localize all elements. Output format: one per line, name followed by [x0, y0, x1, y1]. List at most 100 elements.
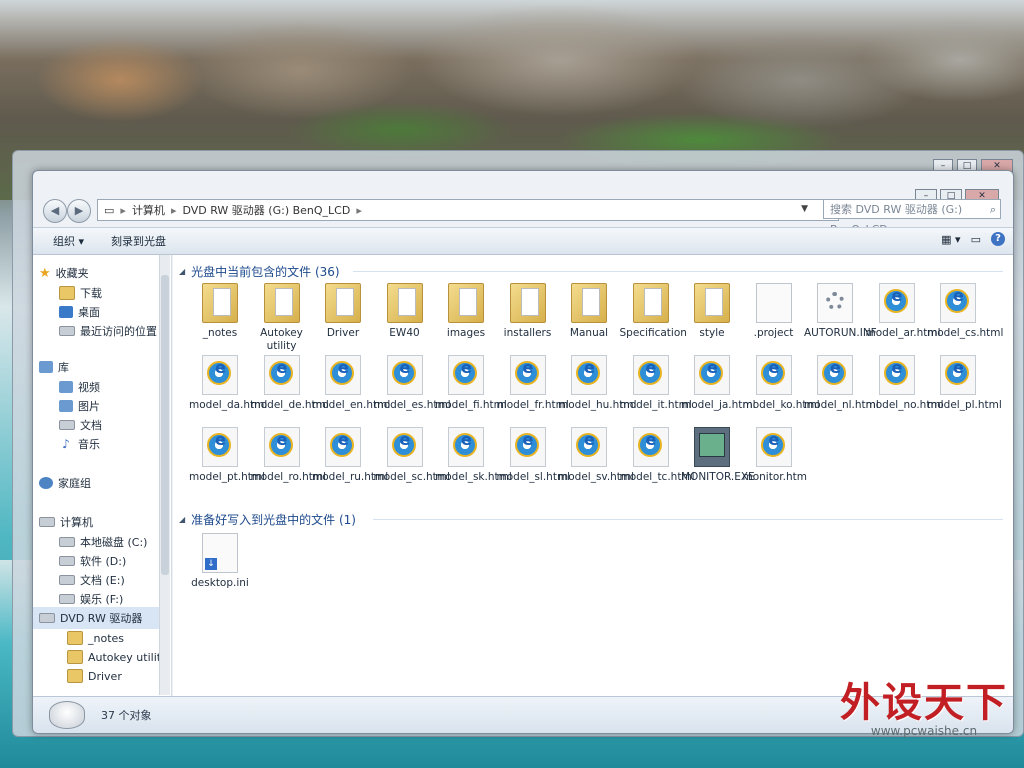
- file-item[interactable]: EW40: [374, 283, 436, 340]
- sidebar-item-recent[interactable]: 最近访问的位置: [59, 323, 157, 339]
- file-name: model_da.html: [189, 399, 268, 411]
- help-icon[interactable]: ?: [991, 232, 1005, 246]
- file-name: Manual: [569, 327, 609, 339]
- sidebar-item-drive-f[interactable]: 娱乐 (F:): [59, 591, 123, 607]
- file-item[interactable]: model_sc.html: [374, 427, 450, 484]
- file-item[interactable]: installers: [497, 283, 559, 340]
- file-item[interactable]: ↓ desktop.ini: [189, 533, 251, 590]
- forward-button[interactable]: ▶: [67, 199, 91, 223]
- file-item[interactable]: model_nl.html: [804, 355, 879, 412]
- sidebar-item-autokey[interactable]: Autokey utility: [67, 650, 168, 664]
- file-item[interactable]: model_pt.html: [189, 427, 265, 484]
- view-options-icon[interactable]: ▦ ▾: [941, 233, 960, 246]
- group-divider: [373, 519, 1003, 520]
- downloads-icon: [59, 286, 75, 300]
- file-item[interactable]: Driver: [312, 283, 374, 340]
- file-name: images: [446, 327, 486, 339]
- group-header-current[interactable]: ◢ 光盘中当前包含的文件 (36): [179, 263, 340, 280]
- file-item[interactable]: Manual: [558, 283, 620, 340]
- ie-icon: [509, 355, 546, 395]
- breadcrumb-computer[interactable]: 计算机: [132, 202, 165, 218]
- file-item[interactable]: model_de.html: [251, 355, 329, 412]
- address-field[interactable]: ▭ ▸ 计算机 ▸ DVD RW 驱动器 (G:) BenQ_LCD ▸ ▼: [97, 199, 839, 221]
- file-item[interactable]: model_ar.html: [866, 283, 941, 340]
- file-item[interactable]: images: [435, 283, 497, 340]
- chevron-right-icon: ▸: [120, 203, 126, 217]
- folder-icon: [325, 283, 361, 323]
- sidebar-item-dvd-drive[interactable]: DVD RW 驱动器: [33, 607, 165, 629]
- folder-icon: [263, 283, 300, 323]
- file-item[interactable]: model_ja.html: [681, 355, 756, 412]
- back-button[interactable]: ◀: [43, 199, 67, 223]
- sidebar-item-computer[interactable]: 计算机: [39, 514, 93, 530]
- ie-icon: [202, 427, 238, 467]
- ie-icon: [755, 427, 792, 467]
- file-item[interactable]: model_es.html: [374, 355, 451, 412]
- file-item[interactable]: model_sk.html: [435, 427, 512, 484]
- file-item[interactable]: model_fi.html: [435, 355, 507, 412]
- file-item[interactable]: model_no.html: [866, 355, 944, 412]
- sidebar-item-documents[interactable]: 文档: [59, 417, 102, 433]
- explorer-window: – □ ✕ ◀ ▶ ▭ ▸ 计算机 ▸ DVD RW 驱动器 (G:) BenQ…: [32, 170, 1014, 734]
- sidebar-item-music[interactable]: ♪ 音乐: [59, 436, 100, 452]
- file-item[interactable]: model_ru.html: [312, 427, 388, 484]
- file-item[interactable]: model_sv.html: [558, 427, 635, 484]
- file-item[interactable]: model_tc.html: [620, 427, 695, 484]
- exe-icon: [694, 427, 730, 467]
- file-item[interactable]: AUTORUN.INF: [804, 283, 877, 340]
- sidebar-item-videos[interactable]: 视频: [59, 379, 100, 395]
- file-name: model_fi.html: [435, 399, 507, 411]
- organize-button[interactable]: 组织 ▾: [53, 233, 84, 249]
- ie-icon: [386, 427, 423, 467]
- chevron-right-icon: ▸: [356, 203, 362, 217]
- sidebar-item-downloads[interactable]: 下载: [59, 285, 102, 301]
- file-item[interactable]: MONITOR.EXE: [681, 427, 755, 484]
- sidebar-item-homegroup[interactable]: 家庭组: [39, 475, 91, 491]
- search-input[interactable]: 搜索 DVD RW 驱动器 (G:) BenQ_LCD ⌕: [823, 199, 1001, 236]
- file-name: model_sv.html: [558, 471, 635, 483]
- file-item[interactable]: style: [681, 283, 743, 340]
- picture-icon: [59, 400, 73, 412]
- file-item[interactable]: .project: [743, 283, 805, 340]
- burn-to-disc-button[interactable]: 刻录到光盘: [111, 233, 166, 249]
- file-name: style: [699, 327, 725, 339]
- sidebar-item-notes[interactable]: _notes: [67, 631, 124, 645]
- file-item[interactable]: model_ko.html: [743, 355, 820, 412]
- file-item[interactable]: model_it.html: [620, 355, 692, 412]
- file-item[interactable]: model_cs.html: [927, 283, 1003, 340]
- navigation-scrollbar[interactable]: [159, 255, 170, 695]
- file-item[interactable]: _notes: [189, 283, 251, 340]
- breadcrumb-dvd[interactable]: DVD RW 驱动器 (G:) BenQ_LCD: [182, 202, 350, 218]
- title-bar[interactable]: [33, 171, 1013, 193]
- sidebar-label: 库: [58, 361, 69, 374]
- file-item[interactable]: model_hu.html: [558, 355, 637, 412]
- ie-icon: [571, 427, 607, 467]
- sidebar-item-pictures[interactable]: 图片: [59, 398, 100, 414]
- sidebar-item-drive-e[interactable]: 文档 (E:): [59, 572, 125, 588]
- file-item[interactable]: model_da.html: [189, 355, 268, 412]
- sidebar-item-driver[interactable]: Driver: [67, 669, 122, 683]
- group-header-ready[interactable]: ◢ 准备好写入到光盘中的文件 (1): [179, 511, 356, 528]
- file-item[interactable]: model_sl.html: [497, 427, 570, 484]
- sidebar-item-libraries[interactable]: 库: [39, 359, 69, 375]
- collapse-triangle-icon[interactable]: ◢: [179, 515, 185, 524]
- file-item[interactable]: Specification: [620, 283, 687, 340]
- file-name: _notes: [202, 327, 238, 339]
- chevron-down-icon[interactable]: ▼: [801, 204, 808, 214]
- file-name: .project: [753, 327, 794, 339]
- file-item[interactable]: monitor.htm: [743, 427, 807, 484]
- star-icon: ★: [39, 265, 51, 281]
- sidebar-item-desktop[interactable]: 桌面: [59, 304, 100, 320]
- file-item[interactable]: model_pl.html: [927, 355, 1002, 412]
- file-item[interactable]: Autokey utility: [251, 283, 313, 353]
- library-icon: [39, 361, 53, 373]
- preview-pane-icon[interactable]: ▭: [971, 233, 981, 246]
- file-item[interactable]: model_fr.html: [497, 355, 569, 412]
- file-item[interactable]: model_ro.html: [251, 427, 326, 484]
- collapse-triangle-icon[interactable]: ◢: [179, 267, 185, 276]
- sidebar-item-drive-c[interactable]: 本地磁盘 (C:): [59, 534, 147, 550]
- scrollbar-thumb[interactable]: [161, 275, 169, 575]
- sidebar-item-drive-d[interactable]: 软件 (D:): [59, 553, 126, 569]
- file-item[interactable]: model_en.html: [312, 355, 390, 412]
- sidebar-item-favorites[interactable]: ★ 收藏夹: [39, 265, 89, 281]
